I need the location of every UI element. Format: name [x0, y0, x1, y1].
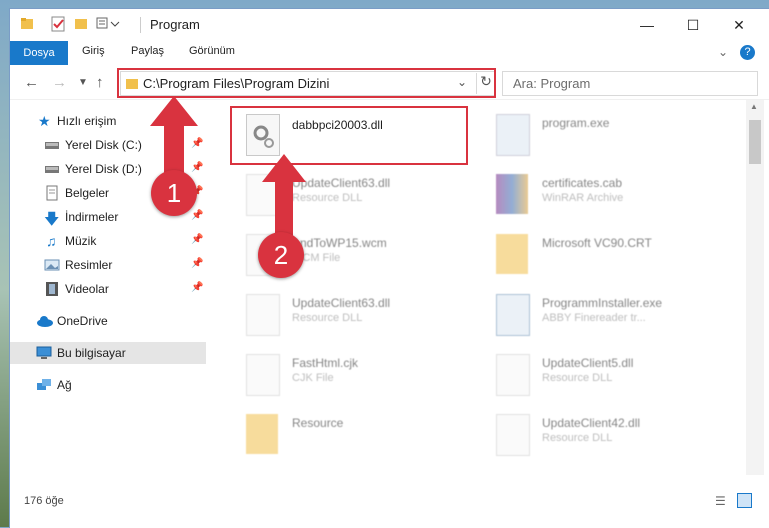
file-item[interactable]: ProgrammInstaller.exe ABBY Finereader tr… — [482, 286, 722, 342]
maximize-button[interactable]: ☐ — [670, 9, 716, 41]
scrollbar-thumb[interactable] — [749, 120, 761, 164]
tab-home[interactable]: Giriş — [82, 45, 105, 57]
item-count: 176 öğe — [24, 495, 64, 507]
pin-icon[interactable]: 📌 — [191, 282, 203, 293]
pin-icon[interactable]: 📌 — [191, 258, 203, 269]
step-1-badge: 1 — [151, 170, 197, 216]
cloud-icon — [36, 313, 53, 329]
forward-button[interactable]: → — [52, 74, 67, 91]
expand-ribbon-icon[interactable]: ⌄ — [718, 45, 728, 59]
folder-item[interactable]: Resource — [232, 406, 472, 462]
title-bar: Program — ☐ ✕ — [10, 9, 769, 41]
document-icon — [44, 185, 60, 201]
properties-icon[interactable] — [50, 16, 66, 35]
file-item[interactable]: FastHtml.cjk CJK File — [232, 346, 472, 402]
drive-icon — [44, 137, 60, 153]
minimize-button[interactable]: — — [624, 9, 670, 41]
star-icon: ★ — [38, 113, 51, 129]
pin-icon[interactable]: 📌 — [191, 234, 203, 245]
file-item[interactable]: certificates.cab WinRAR Archive — [482, 166, 722, 222]
back-button[interactable]: ← — [24, 74, 39, 91]
details-view-icon[interactable]: ☰ — [715, 494, 726, 508]
search-placeholder: Ara: Program — [513, 76, 591, 91]
large-icons-view-icon[interactable] — [737, 493, 752, 508]
file-item[interactable]: UpdateClient42.dll Resource DLL — [482, 406, 722, 462]
sidebar-item-pictures[interactable]: Resimler 📌 — [10, 254, 206, 276]
dll-gear-icon — [246, 294, 280, 336]
sidebar-item-this-pc[interactable]: Bu bilgisayar — [10, 342, 206, 364]
computer-icon — [36, 345, 52, 361]
close-button[interactable]: ✕ — [716, 9, 762, 41]
archive-icon — [496, 174, 528, 214]
network-icon — [36, 377, 52, 393]
sidebar-item-network[interactable]: Ağ — [10, 374, 206, 396]
tab-file[interactable]: Dosya — [10, 41, 68, 65]
file-item[interactable]: UpdateClient63.dll Resource DLL — [232, 286, 472, 342]
dll-gear-icon — [496, 354, 530, 396]
folder-icon — [496, 234, 528, 274]
file-item[interactable]: UpdateClient5.dll Resource DLL — [482, 346, 722, 402]
picture-icon — [44, 257, 60, 273]
sidebar-item-videos[interactable]: Videolar 📌 — [10, 278, 206, 300]
scroll-up-icon[interactable]: ▲ — [750, 102, 758, 111]
ribbon-tabs: Dosya Giriş Paylaş Görünüm ⌄ ? — [10, 41, 769, 65]
search-input[interactable]: Ara: Program — [502, 71, 758, 96]
file-item[interactable]: program.exe — [482, 106, 722, 162]
address-bar-highlight — [117, 68, 496, 98]
folder-icon — [20, 16, 34, 33]
file-icon — [246, 354, 280, 396]
step-2-badge: 2 — [258, 232, 304, 278]
download-arrow-icon: 🡇 — [44, 211, 60, 228]
dll-gear-icon — [496, 414, 530, 456]
recent-locations-icon[interactable]: ▼ — [78, 77, 88, 88]
film-icon — [44, 281, 60, 297]
exe-icon — [496, 114, 530, 156]
tab-share[interactable]: Paylaş — [131, 45, 164, 57]
drive-icon — [44, 161, 60, 177]
title-divider — [140, 17, 141, 33]
sidebar-item-onedrive[interactable]: OneDrive — [10, 310, 206, 332]
up-button[interactable]: ↑ — [96, 74, 104, 91]
window-title: Program — [150, 17, 200, 32]
customize-quick-access-icon[interactable] — [96, 16, 122, 33]
music-note-icon: ♫ — [46, 233, 57, 249]
folder-item[interactable]: Microsoft VC90.CRT — [482, 226, 722, 282]
sidebar-item-music[interactable]: ♫ Müzik 📌 — [10, 230, 206, 252]
installer-icon — [496, 294, 530, 336]
status-bar: 176 öğe ☰ — [10, 491, 769, 527]
new-folder-icon[interactable] — [74, 16, 88, 33]
tab-view[interactable]: Görünüm — [189, 45, 235, 57]
help-icon[interactable]: ? — [740, 45, 755, 60]
vertical-scrollbar[interactable]: ▲ — [746, 100, 764, 475]
folder-icon — [246, 414, 278, 454]
